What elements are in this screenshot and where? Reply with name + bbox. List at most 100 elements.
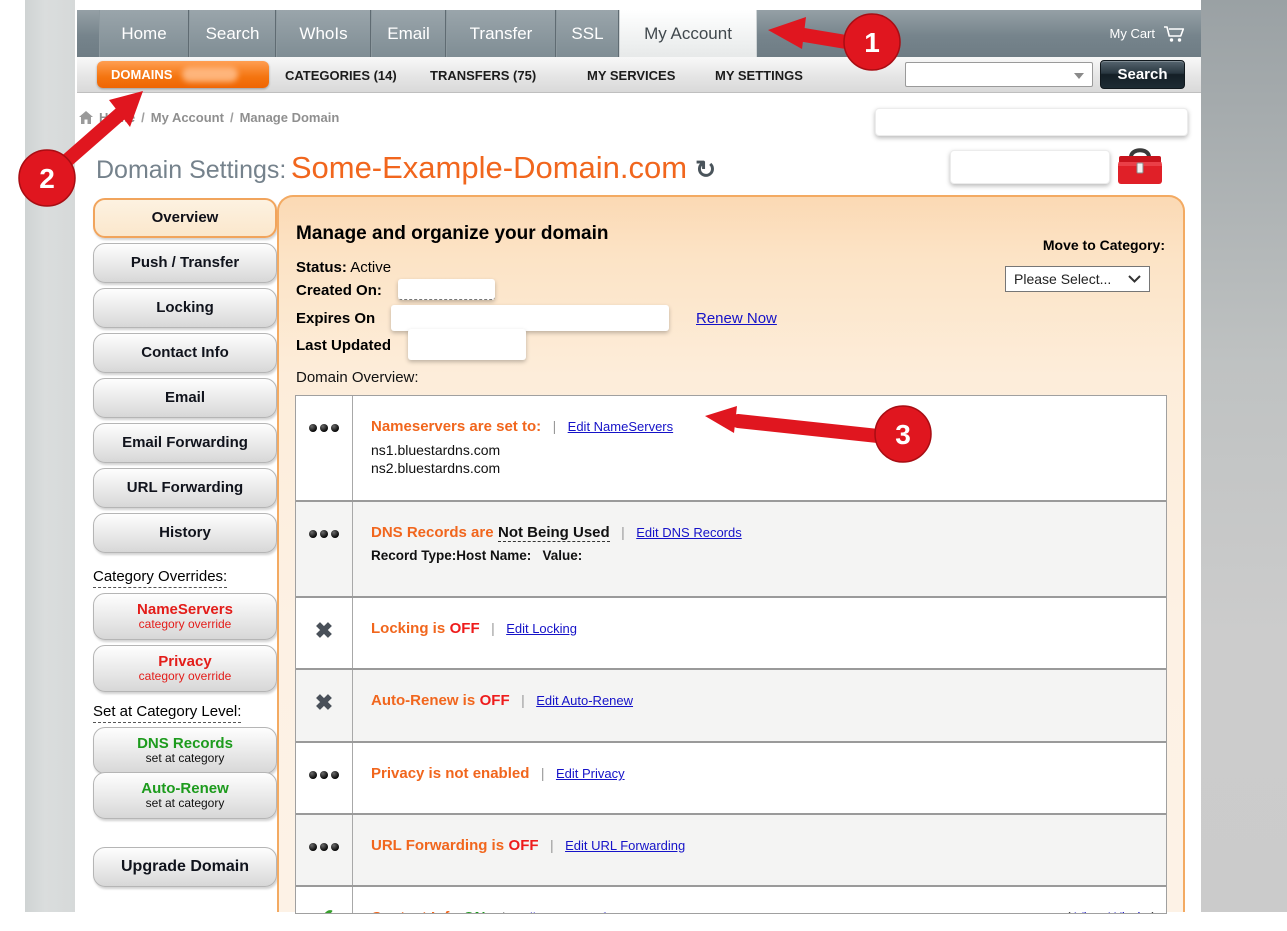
- edit-locking-link[interactable]: Edit Locking: [506, 621, 577, 636]
- nameserver-1: ns1.bluestardns.com: [371, 442, 1152, 458]
- nameserver-2: ns2.bluestardns.com: [371, 460, 1152, 476]
- tab-ssl[interactable]: SSL: [556, 10, 619, 57]
- category-subtitle: set at category: [146, 752, 225, 765]
- panel-heading: Manage and organize your domain: [296, 223, 609, 245]
- dots-icon: [296, 396, 353, 500]
- left-margin-strip: [25, 0, 75, 912]
- table-row-url-forwarding: URL Forwarding is OFF | Edit URL Forward…: [296, 813, 1166, 885]
- subnav-item-transfers[interactable]: TRANSFERS (75): [430, 57, 536, 93]
- edit-auto-renew-link[interactable]: Edit Auto-Renew: [536, 693, 633, 708]
- status-value: Active: [350, 259, 391, 276]
- tab-search[interactable]: Search: [189, 10, 276, 57]
- row-title: DNS Records are: [371, 524, 494, 541]
- tab-email[interactable]: Email: [371, 10, 446, 57]
- table-row-locking: ✖ Locking is OFF | Edit Locking: [296, 596, 1166, 668]
- row-status: OFF: [480, 692, 510, 709]
- row-status: OFF: [450, 620, 480, 637]
- sidebar-item-contact-info[interactable]: Contact Info: [93, 333, 277, 373]
- refresh-icon[interactable]: ↻: [695, 156, 716, 184]
- toolbox-icon[interactable]: [1115, 145, 1165, 187]
- tab-transfer[interactable]: Transfer: [446, 10, 556, 57]
- row-status: OFF: [509, 837, 539, 854]
- tab-my-account[interactable]: My Account: [619, 10, 757, 57]
- subnav-item-my-services[interactable]: MY SERVICES: [587, 57, 675, 93]
- search-input[interactable]: [905, 62, 1093, 87]
- set-at-category-label: Set at Category Level:: [93, 703, 241, 720]
- redacted-updated-date: [408, 329, 526, 360]
- override-title: Privacy: [158, 654, 211, 671]
- move-to-category-label: Move to Category:: [1005, 237, 1165, 253]
- edit-url-forwarding-link[interactable]: Edit URL Forwarding: [565, 838, 685, 853]
- subnav-item-my-settings[interactable]: MY SETTINGS: [715, 57, 803, 93]
- sidebar-item-email[interactable]: Email: [93, 378, 277, 418]
- sidebar-item-email-forwarding[interactable]: Email Forwarding: [93, 423, 277, 463]
- updated-label: Last Updated: [296, 337, 391, 354]
- domains-label: DOMAINS: [111, 67, 172, 82]
- category-title: DNS Records: [137, 736, 233, 753]
- redacted-field-box: [950, 150, 1110, 184]
- category-subtitle: set at category: [146, 797, 225, 810]
- screenshot-canvas: Home Search WhoIs Email Transfer SSL My …: [0, 0, 1287, 931]
- table-row-privacy: Privacy is not enabled | Edit Privacy: [296, 741, 1166, 813]
- dots-icon: [296, 502, 353, 596]
- redacted-domain-count: [182, 67, 238, 82]
- edit-dns-records-link[interactable]: Edit DNS Records: [636, 525, 741, 540]
- sub-navigation-bar: DOMAINS CATEGORIES (14) TRANSFERS (75) M…: [77, 57, 1201, 93]
- breadcrumb-manage-domain: Manage Domain: [240, 110, 340, 125]
- sidebar-item-push-transfer[interactable]: Push / Transfer: [93, 243, 277, 283]
- sidebar-item-overview[interactable]: Overview: [93, 198, 277, 238]
- sidebar-item-nameservers-override[interactable]: NameServers category override: [93, 593, 277, 640]
- edit-nameservers-link[interactable]: Edit NameServers: [568, 419, 673, 434]
- sidebar-item-url-forwarding[interactable]: URL Forwarding: [93, 468, 277, 508]
- sidebar-item-history[interactable]: History: [93, 513, 277, 553]
- sidebar-item-upgrade-domain[interactable]: Upgrade Domain: [93, 847, 277, 887]
- dots-icon: [296, 815, 353, 885]
- breadcrumb-separator: /: [141, 110, 145, 125]
- created-label: Created On:: [296, 282, 382, 299]
- move-to-category-select[interactable]: Please Select...: [1005, 266, 1150, 292]
- renew-now-link[interactable]: Renew Now: [696, 310, 777, 327]
- sidebar-item-auto-renew-category[interactable]: Auto-Renew set at category: [93, 772, 277, 819]
- subnav-item-categories[interactable]: CATEGORIES (14): [285, 57, 397, 93]
- row-title: Contact Info: [371, 909, 459, 914]
- row-status: Not Being Used: [498, 524, 610, 542]
- tab-home[interactable]: Home: [99, 10, 189, 57]
- edit-contact-info-link[interactable]: Edit Contact Info: [517, 910, 613, 914]
- home-icon: [79, 111, 93, 124]
- chevron-down-icon: [1128, 275, 1141, 283]
- expires-line: Expires On Renew Now: [296, 310, 375, 327]
- redacted-created-date: [398, 279, 495, 300]
- move-to-category-block: Move to Category: Please Select...: [1005, 237, 1165, 292]
- breadcrumb: Home / My Account / Manage Domain: [79, 110, 339, 125]
- sidebar-item-locking[interactable]: Locking: [93, 288, 277, 328]
- updated-line: Last Updated: [296, 337, 391, 354]
- domain-overview-label: Domain Overview:: [296, 369, 419, 386]
- breadcrumb-my-account[interactable]: My Account: [151, 110, 224, 125]
- x-icon: ✖: [296, 598, 353, 668]
- select-value: Please Select...: [1014, 271, 1111, 287]
- my-cart-link[interactable]: My Cart: [1110, 10, 1188, 57]
- breadcrumb-separator: /: [230, 110, 234, 125]
- cart-icon: [1163, 25, 1187, 43]
- title-domain-name: Some-Example-Domain.com: [291, 150, 687, 185]
- sidebar-item-dns-records-category[interactable]: DNS Records set at category: [93, 727, 277, 774]
- view-whois-link[interactable]: View Whois: [1075, 909, 1148, 914]
- table-row-nameservers: Nameservers are set to: | Edit NameServe…: [296, 396, 1166, 500]
- search-button[interactable]: Search: [1100, 60, 1185, 89]
- override-subtitle: category override: [139, 670, 232, 683]
- row-title: Privacy is not enabled: [371, 765, 529, 782]
- tab-whois[interactable]: WhoIs: [276, 10, 371, 57]
- combo-dropdown-icon[interactable]: [1074, 73, 1084, 79]
- created-line: Created On:: [296, 282, 382, 299]
- my-cart-label: My Cart: [1110, 26, 1156, 41]
- check-icon: ✔: [296, 887, 353, 914]
- x-icon: ✖: [296, 670, 353, 741]
- breadcrumb-home[interactable]: Home: [99, 110, 135, 125]
- right-margin-strip: [1201, 0, 1287, 912]
- edit-privacy-link[interactable]: Edit Privacy: [556, 766, 625, 781]
- override-subtitle: category override: [139, 618, 232, 631]
- subnav-item-domains[interactable]: DOMAINS: [97, 61, 269, 88]
- page-title: Domain Settings: Some-Example-Domain.com…: [96, 150, 716, 186]
- sidebar-item-privacy-override[interactable]: Privacy category override: [93, 645, 277, 692]
- row-status: ON:: [463, 909, 491, 914]
